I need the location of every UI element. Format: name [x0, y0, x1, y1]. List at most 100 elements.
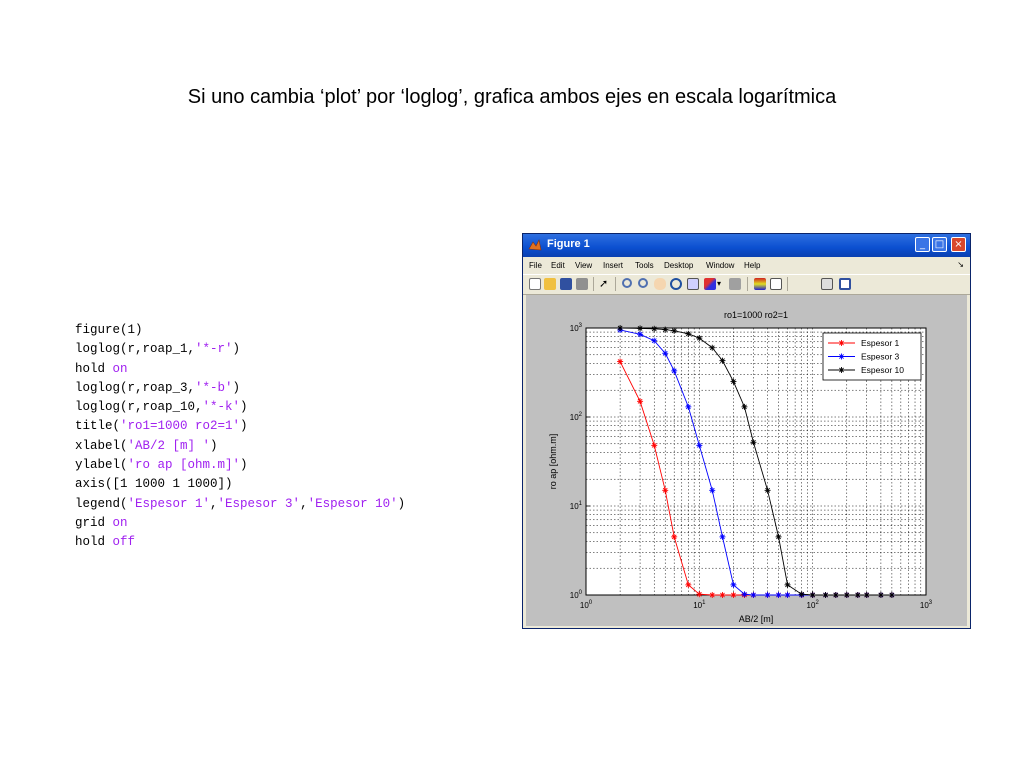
menu-file[interactable]: File: [529, 261, 542, 270]
data-point: [637, 325, 644, 332]
data-point: [854, 592, 861, 598]
show-tools-icon[interactable]: [839, 278, 851, 290]
menu-dock-arrow-icon[interactable]: ↘: [957, 260, 964, 269]
menu-edit[interactable]: Edit: [551, 261, 565, 270]
data-point: [730, 592, 737, 598]
legend-label: Espesor 10: [861, 365, 904, 375]
open-icon[interactable]: [544, 278, 556, 290]
data-point: [685, 581, 692, 588]
menu-window[interactable]: Window: [706, 261, 734, 270]
data-point: [877, 592, 884, 598]
data-point: [784, 592, 791, 598]
pointer-icon[interactable]: ➚: [599, 278, 611, 290]
data-point: [741, 591, 748, 598]
code-string: '*-b': [195, 380, 233, 395]
zoom-out-icon[interactable]: [638, 278, 648, 288]
code-string: 'Espesor 1': [127, 496, 211, 511]
toolbar-separator: [615, 277, 616, 291]
code-string: '*-r': [195, 342, 233, 357]
code-token: loglog(r,roap_10,: [75, 400, 203, 415]
code-string: 'Espesor 3': [217, 496, 301, 511]
x-tick-label: 102: [807, 600, 820, 610]
window-titlebar[interactable]: Figure 1 _ □ ×: [523, 234, 970, 257]
code-token: ): [240, 419, 248, 434]
data-point: [764, 592, 771, 598]
data-point: [662, 350, 669, 357]
data-cursor-icon[interactable]: [687, 278, 699, 290]
menu-desktop[interactable]: Desktop: [664, 261, 693, 270]
maximize-button[interactable]: □: [932, 237, 947, 252]
toolbar-separator: [787, 277, 788, 291]
save-icon[interactable]: [560, 278, 572, 290]
print-icon[interactable]: [576, 278, 588, 290]
menu-help[interactable]: Help: [744, 261, 760, 270]
code-token: ): [210, 438, 218, 453]
code-string: '*-k': [202, 400, 241, 415]
data-point: [696, 591, 703, 598]
data-point: [775, 533, 782, 540]
code-keyword: on: [112, 361, 128, 376]
data-point: [671, 327, 678, 334]
code-token: hold: [75, 361, 113, 376]
close-button[interactable]: ×: [951, 237, 966, 252]
minimize-button[interactable]: _: [915, 237, 930, 252]
code-token: ylabel(: [75, 458, 128, 473]
menu-insert[interactable]: Insert: [603, 261, 623, 270]
colorbar-icon[interactable]: [754, 278, 766, 290]
data-point: [838, 340, 845, 346]
hide-tools-icon[interactable]: [821, 278, 833, 290]
data-point: [662, 326, 669, 333]
slide-title: Si uno cambia ‘plot’ por ‘loglog’, grafi…: [187, 86, 837, 108]
data-point: [637, 398, 644, 405]
code-token: loglog(r,roap_1,: [75, 342, 196, 357]
code-line: ylabel('ro ap [ohm.m]'): [75, 456, 405, 475]
y-tick-label: 103: [570, 323, 583, 333]
data-point: [809, 592, 816, 598]
loglog-chart: 100 101 102 103 100 101 102 103 ro1=1000 ro2=1 AB…: [548, 310, 933, 624]
toolbar-separator: [747, 277, 748, 291]
code-token: ): [397, 496, 406, 511]
menu-bar: File Edit View Insert Tools Desktop Wind…: [523, 257, 970, 274]
new-file-icon[interactable]: [529, 278, 541, 290]
data-point: [651, 442, 658, 449]
code-line: loglog(r,roap_3,'*-b'): [75, 379, 405, 398]
menu-tools[interactable]: Tools: [635, 261, 654, 270]
brush-dropdown-icon[interactable]: ▾: [717, 278, 729, 290]
code-token: loglog(r,roap_3,: [75, 380, 196, 395]
data-point: [888, 592, 895, 598]
data-point: [719, 357, 726, 364]
code-token: ): [232, 342, 241, 357]
data-point: [651, 325, 658, 332]
y-tick-label: 101: [570, 501, 583, 511]
data-point: [662, 487, 669, 494]
code-token: ): [232, 380, 241, 395]
data-point: [750, 592, 757, 598]
code-token: ,: [210, 496, 218, 511]
chart-title: ro1=1000 ro2=1: [724, 310, 788, 320]
data-point: [730, 378, 737, 385]
code-token: ): [240, 458, 248, 473]
x-tick-label: 103: [920, 600, 933, 610]
legend-icon[interactable]: [770, 278, 782, 290]
data-point: [651, 337, 658, 344]
toolbar-separator: [593, 277, 594, 291]
zoom-in-icon[interactable]: [622, 278, 632, 288]
pan-icon[interactable]: [654, 278, 666, 290]
y-axis-label: ro ap [ohm.m]: [548, 434, 558, 490]
data-point: [863, 592, 870, 598]
data-point: [784, 581, 791, 588]
x-axis-label: AB/2 [m]: [739, 614, 774, 624]
data-point: [798, 591, 805, 598]
rotate-icon[interactable]: [670, 278, 682, 290]
data-point: [671, 533, 678, 540]
code-token: legend(: [75, 496, 128, 511]
code-token: title(: [75, 419, 121, 434]
menu-view[interactable]: View: [575, 261, 592, 270]
data-point: [775, 592, 782, 598]
code-token: ): [240, 400, 248, 415]
brush-icon[interactable]: [704, 278, 716, 290]
legend: Espesor 1 Espesor 3 Espesor 10: [822, 332, 922, 381]
code-line: hold off: [75, 533, 405, 552]
code-keyword: on: [112, 515, 128, 530]
link-icon[interactable]: [729, 278, 741, 290]
